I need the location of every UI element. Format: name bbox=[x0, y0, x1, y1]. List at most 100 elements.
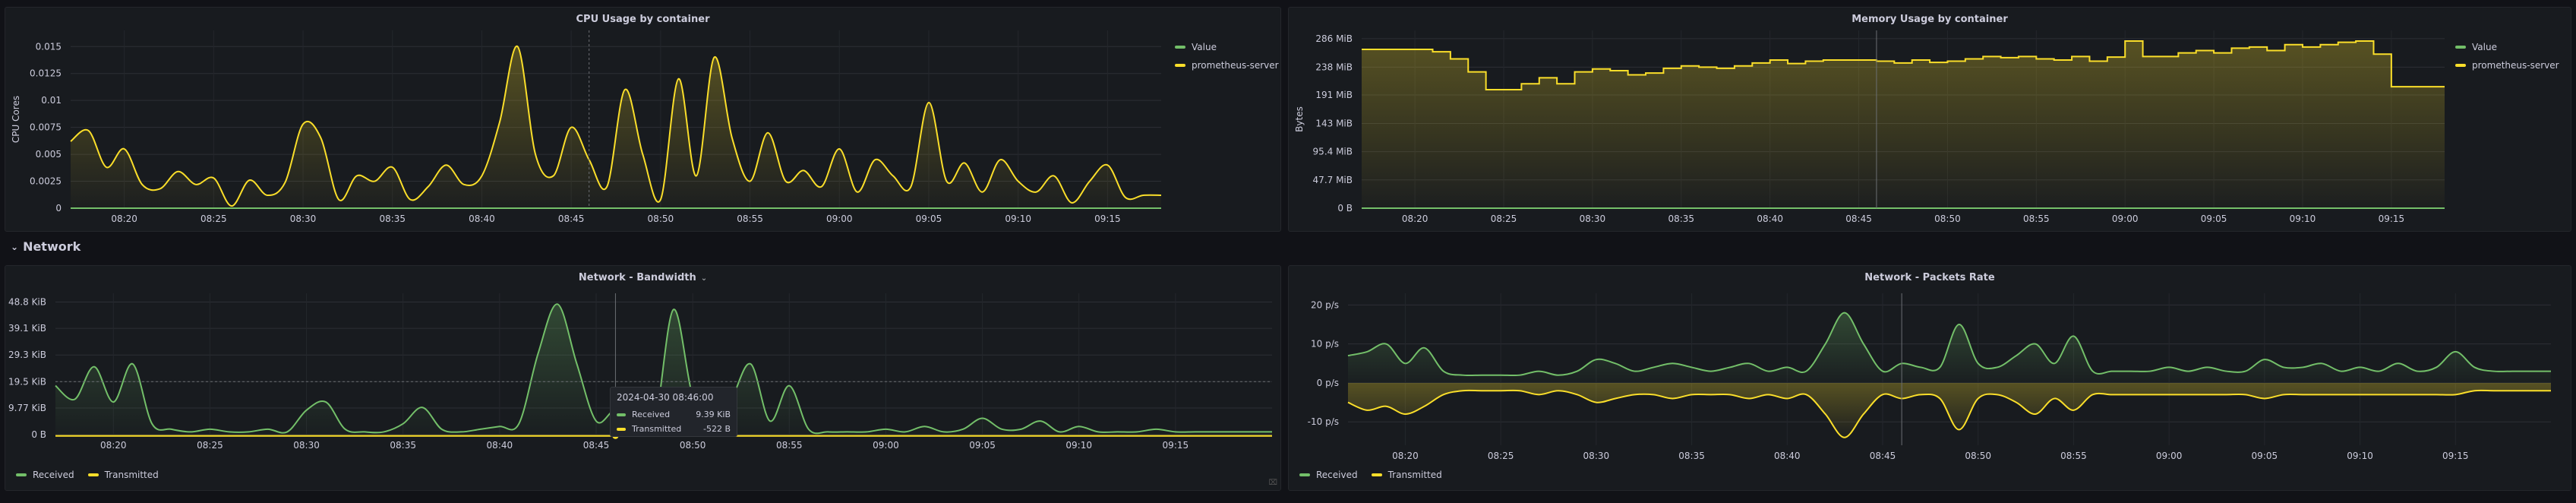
tooltip-series-name: Received bbox=[632, 410, 671, 419]
x-tick-label: 09:10 bbox=[2290, 214, 2316, 224]
network-bandwidth-chart: 0 B 9.77 KiB 19.5 KiB 29.3 KiB 39.1 KiB 48.8 … bbox=[8, 293, 1272, 451]
x-tick-label: 08:45 bbox=[1870, 451, 1896, 461]
x-tick-label: 08:20 bbox=[111, 214, 137, 224]
swatch-icon bbox=[87, 473, 99, 476]
cpu-usage-panel[interactable]: CPU Usage by container 0 0.0025 0.005 0.007… bbox=[5, 7, 1281, 232]
tooltip-row: Transmitted -522 B bbox=[617, 422, 731, 436]
x-tick-label: 08:35 bbox=[379, 214, 406, 224]
x-tick-label: 08:40 bbox=[1757, 214, 1783, 224]
network-packets-panel[interactable]: Network - Packets Rate -10 p/s 0 p/s 10 p/… bbox=[1288, 265, 2571, 491]
x-tick-label: 09:10 bbox=[2347, 451, 2373, 461]
x-tick-label: 09:00 bbox=[2156, 451, 2183, 461]
x-tick-label: 08:30 bbox=[1580, 214, 1606, 224]
y-tick-label: 48.8 KiB bbox=[8, 296, 46, 307]
x-tick-label: 08:20 bbox=[1392, 451, 1419, 461]
x-tick-label: 08:30 bbox=[293, 440, 320, 451]
x-tick-label: 08:35 bbox=[1678, 451, 1705, 461]
series-area bbox=[1348, 312, 2551, 383]
legend-item[interactable]: Transmitted bbox=[1371, 470, 1442, 480]
tooltip-time: 2024-04-30 08:46:00 bbox=[617, 392, 714, 403]
y-tick-label: 29.3 KiB bbox=[8, 350, 46, 360]
x-tick-label: 08:30 bbox=[290, 214, 317, 224]
network-packets-chart: -10 p/s 0 p/s 10 p/s 20 p/s 08:20 08:25 08:30 0… bbox=[1308, 293, 2551, 461]
y-tick-label: 0.0075 bbox=[30, 122, 62, 133]
legend-item[interactable]: Transmitted bbox=[87, 470, 159, 480]
y-tick-label: 0.0025 bbox=[30, 176, 62, 187]
legend-item[interactable]: prometheus-server bbox=[1175, 56, 1279, 74]
y-tick-label: 20 p/s bbox=[1311, 299, 1339, 310]
resize-handle-icon[interactable]: ⌧ bbox=[1268, 479, 1277, 487]
memory-usage-chart: 0 B 47.7 MiB 95.4 MiB 143 MiB 191 MiB 238 MiB… bbox=[1294, 30, 2445, 224]
legend-item[interactable]: Received bbox=[1299, 470, 1358, 480]
legend-item[interactable]: prometheus-server bbox=[2455, 56, 2559, 74]
tooltip-series-value: -522 B bbox=[702, 424, 731, 434]
x-tick-label: 09:15 bbox=[1163, 440, 1189, 451]
chart-tooltip: 2024-04-30 08:46:00 Received 9.39 KiB Tr… bbox=[610, 387, 737, 437]
swatch-icon bbox=[2455, 46, 2466, 49]
x-tick-label: 08:20 bbox=[100, 440, 127, 451]
y-tick-label: 39.1 KiB bbox=[8, 323, 46, 334]
legend-label: prometheus-server bbox=[2472, 60, 2559, 71]
tooltip-series-value: 9.39 KiB bbox=[696, 410, 731, 419]
x-tick-label: 09:05 bbox=[916, 214, 942, 224]
x-tick-label: 09:10 bbox=[1005, 214, 1031, 224]
y-tick-label: 0.01 bbox=[41, 95, 62, 106]
tooltip-series-name: Transmitted bbox=[632, 424, 682, 434]
swatch-icon bbox=[2455, 64, 2466, 67]
y-tick-label: 95.4 MiB bbox=[1313, 147, 1353, 157]
network-bandwidth-panel[interactable]: Network - Bandwidth ⌄ 0 B 9.77 KiB 19.5 KiB… bbox=[5, 265, 1281, 491]
x-tick-label: 08:55 bbox=[737, 214, 763, 224]
legend-label: Transmitted bbox=[1387, 470, 1442, 480]
x-tick-label: 08:40 bbox=[469, 214, 495, 224]
x-tick-label: 08:50 bbox=[680, 440, 706, 451]
x-tick-label: 08:45 bbox=[583, 440, 610, 451]
x-tick-label: 08:40 bbox=[1774, 451, 1801, 461]
y-tick-label: 0 bbox=[55, 203, 62, 214]
y-tick-label: 19.5 KiB bbox=[8, 376, 46, 387]
chart-legend: Received Transmitted bbox=[16, 470, 159, 480]
chart-legend: Received Transmitted bbox=[1299, 470, 1442, 480]
x-tick-label: 09:15 bbox=[2442, 451, 2469, 461]
legend-item[interactable]: Received bbox=[16, 470, 74, 480]
x-tick-label: 08:35 bbox=[1668, 214, 1694, 224]
swatch-icon bbox=[16, 473, 27, 476]
x-tick-label: 09:15 bbox=[2379, 214, 2405, 224]
chart-legend: Value prometheus-server bbox=[2455, 38, 2559, 74]
swatch-icon bbox=[1371, 473, 1382, 476]
legend-label: Received bbox=[33, 470, 74, 480]
y-tick-label: 286 MiB bbox=[1315, 33, 1353, 44]
y-tick-label: 0.005 bbox=[36, 149, 62, 160]
chevron-down-icon: ⌄ bbox=[11, 241, 19, 252]
x-tick-label: 08:25 bbox=[197, 440, 223, 451]
y-axis-label: Bytes bbox=[1294, 106, 1305, 132]
legend-label: Transmitted bbox=[104, 470, 159, 480]
memory-usage-panel[interactable]: Memory Usage by container 0 B 47.7 MiB 95.… bbox=[1288, 7, 2571, 232]
y-tick-label: 9.77 KiB bbox=[8, 403, 46, 413]
legend-item[interactable]: Value bbox=[1175, 38, 1279, 56]
legend-label: Value bbox=[2472, 42, 2497, 52]
x-tick-label: 08:55 bbox=[2023, 214, 2050, 224]
swatch-icon bbox=[1299, 473, 1310, 476]
x-tick-label: 09:00 bbox=[873, 440, 899, 451]
y-tick-label: 238 MiB bbox=[1315, 62, 1353, 72]
x-tick-label: 08:20 bbox=[1402, 214, 1428, 224]
x-tick-label: 09:05 bbox=[969, 440, 996, 451]
x-tick-label: 08:25 bbox=[200, 214, 227, 224]
y-tick-label: 0.015 bbox=[36, 41, 62, 52]
x-tick-label: 09:15 bbox=[1094, 214, 1121, 224]
y-axis-label: CPU Cores bbox=[11, 96, 21, 143]
x-tick-label: 08:55 bbox=[776, 440, 803, 451]
network-row-header[interactable]: ⌄ Network bbox=[11, 239, 80, 254]
x-tick-label: 08:50 bbox=[648, 214, 674, 224]
x-tick-label: 09:10 bbox=[1065, 440, 1092, 451]
x-tick-label: 08:50 bbox=[1934, 214, 1961, 224]
legend-label: Received bbox=[1316, 470, 1358, 480]
swatch-icon bbox=[1175, 46, 1185, 49]
legend-item[interactable]: Value bbox=[2455, 38, 2559, 56]
series-area bbox=[1362, 41, 2445, 208]
swatch-icon bbox=[1175, 64, 1185, 67]
x-tick-label: 08:40 bbox=[487, 440, 513, 451]
x-tick-label: 09:05 bbox=[2201, 214, 2227, 224]
y-tick-label: 0.0125 bbox=[30, 68, 62, 79]
x-tick-label: 08:25 bbox=[1488, 451, 1514, 461]
